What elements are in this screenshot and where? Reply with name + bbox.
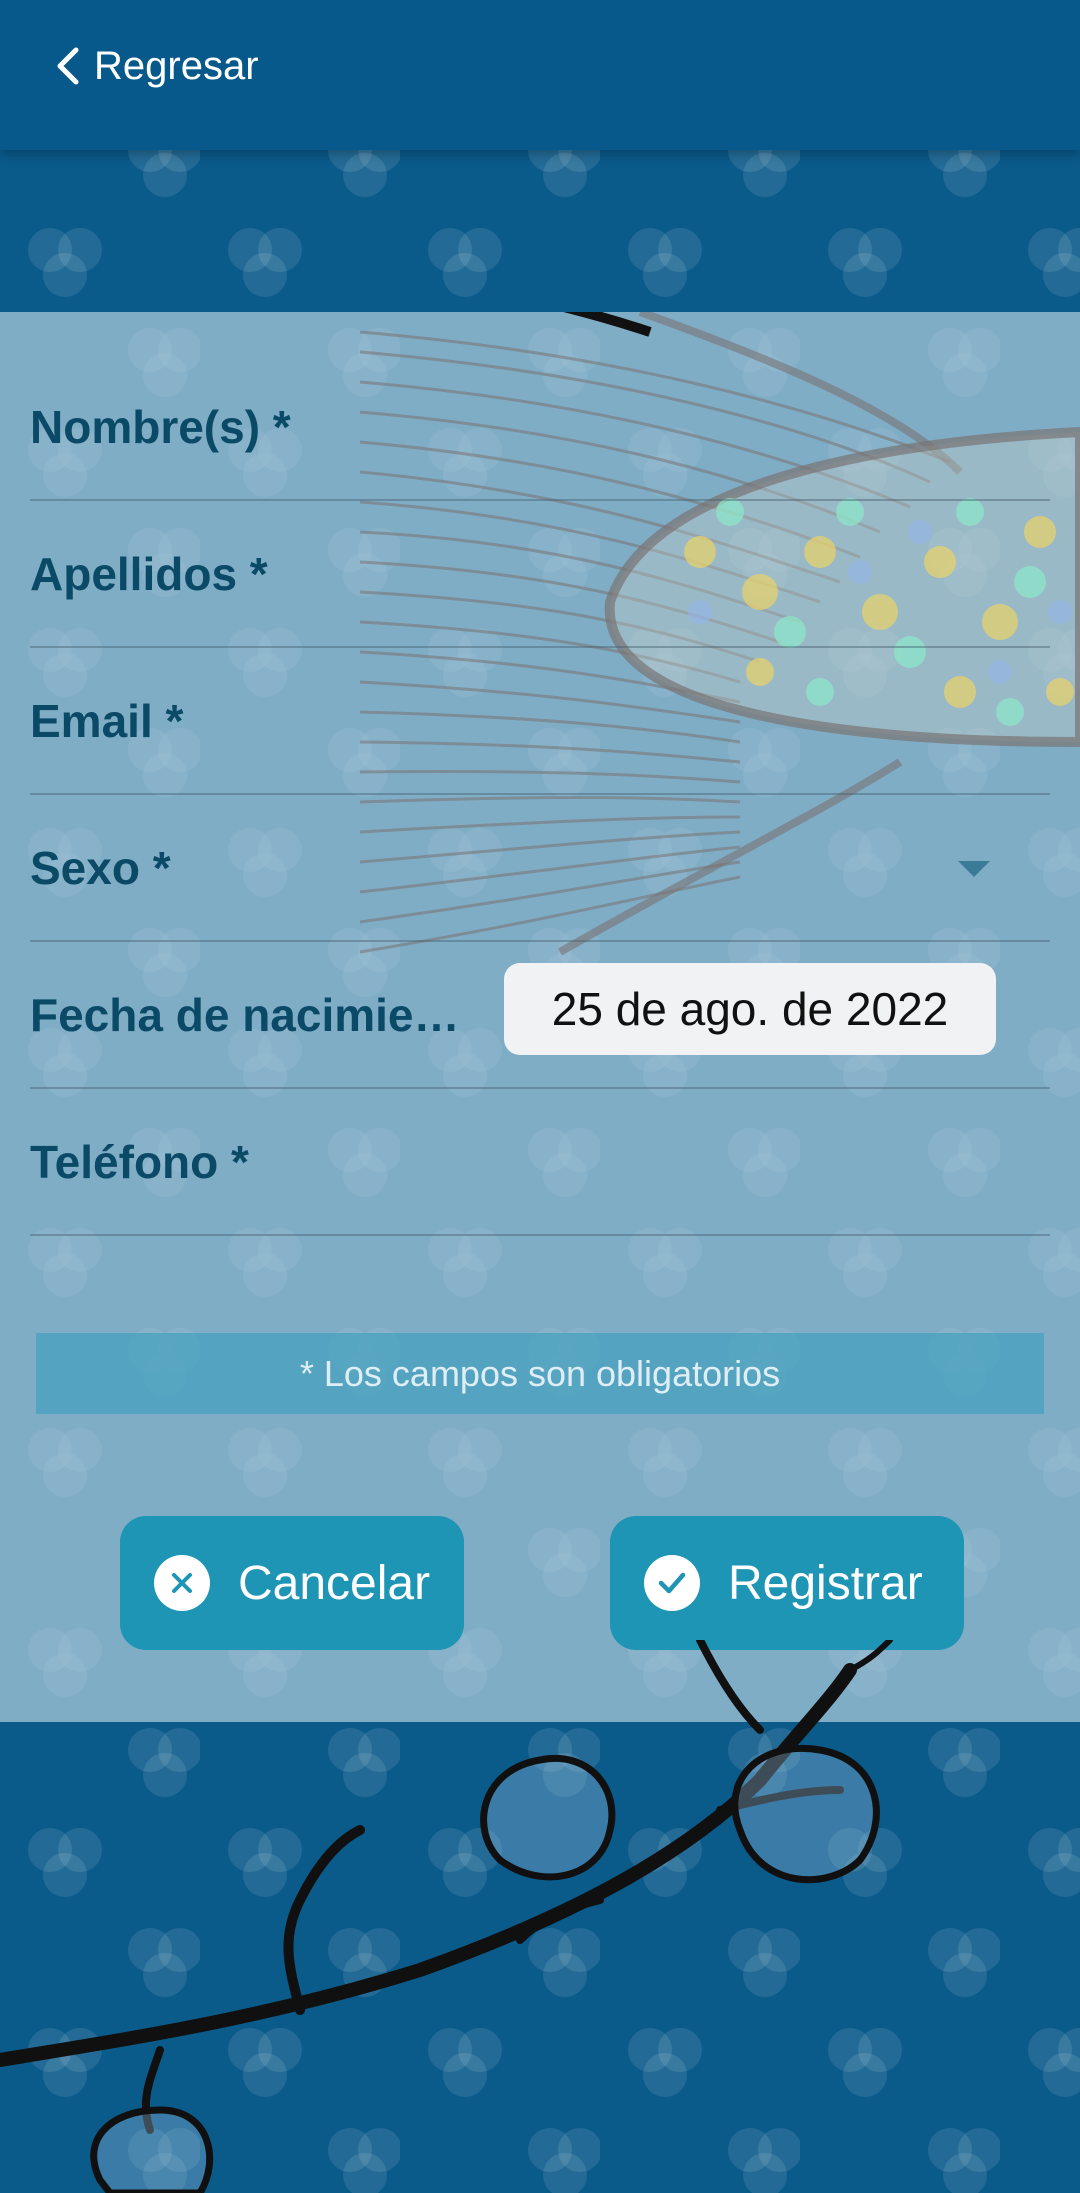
- registration-form-panel: Nombre(s) * Apellidos * Email * Sexo * F…: [0, 312, 1080, 1722]
- register-button[interactable]: Registrar: [610, 1516, 964, 1650]
- required-fields-notice: * Los campos son obligatorios: [36, 1333, 1044, 1414]
- field-nombres[interactable]: Nombre(s) *: [30, 354, 1050, 501]
- field-label-nombres: Nombre(s) *: [30, 400, 291, 453]
- check-circle-icon: [644, 1555, 700, 1611]
- field-fecha-nacimiento: Fecha de nacimie… 25 de ago. de 2022: [30, 942, 1050, 1089]
- chevron-left-icon: [57, 47, 79, 85]
- field-telefono[interactable]: Teléfono *: [30, 1089, 1050, 1236]
- field-label-apellidos: Apellidos *: [30, 547, 268, 600]
- field-apellidos[interactable]: Apellidos *: [30, 501, 1050, 648]
- cancel-button[interactable]: Cancelar: [120, 1516, 464, 1650]
- close-circle-icon: [154, 1555, 210, 1611]
- back-label: Regresar: [94, 43, 259, 88]
- field-label-email: Email *: [30, 694, 184, 747]
- birthdate-picker[interactable]: 25 de ago. de 2022: [504, 963, 996, 1055]
- field-email[interactable]: Email *: [30, 648, 1050, 795]
- back-button[interactable]: Regresar: [54, 38, 259, 94]
- field-label-sexo: Sexo *: [30, 841, 171, 894]
- dropdown-caret-icon[interactable]: [958, 861, 990, 877]
- register-label: Registrar: [728, 1556, 923, 1610]
- field-label-fecha-nacimiento: Fecha de nacimie…: [30, 988, 460, 1041]
- field-sexo[interactable]: Sexo *: [30, 795, 1050, 942]
- field-label-telefono: Teléfono *: [30, 1135, 249, 1188]
- top-app-bar: Regresar: [0, 0, 1080, 150]
- cancel-label: Cancelar: [238, 1556, 431, 1610]
